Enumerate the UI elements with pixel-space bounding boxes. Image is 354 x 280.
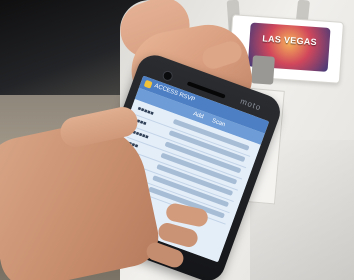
front-camera-icon: [161, 69, 175, 83]
row-label: ■■■■■: [136, 105, 155, 118]
photo-scene: LAS VEGAS moto ACCESS RSVP Add Scan ■■■■…: [0, 0, 354, 280]
phone-brand: moto: [239, 96, 263, 113]
app-logo-icon: [143, 79, 153, 89]
badge-clip: [251, 55, 275, 85]
